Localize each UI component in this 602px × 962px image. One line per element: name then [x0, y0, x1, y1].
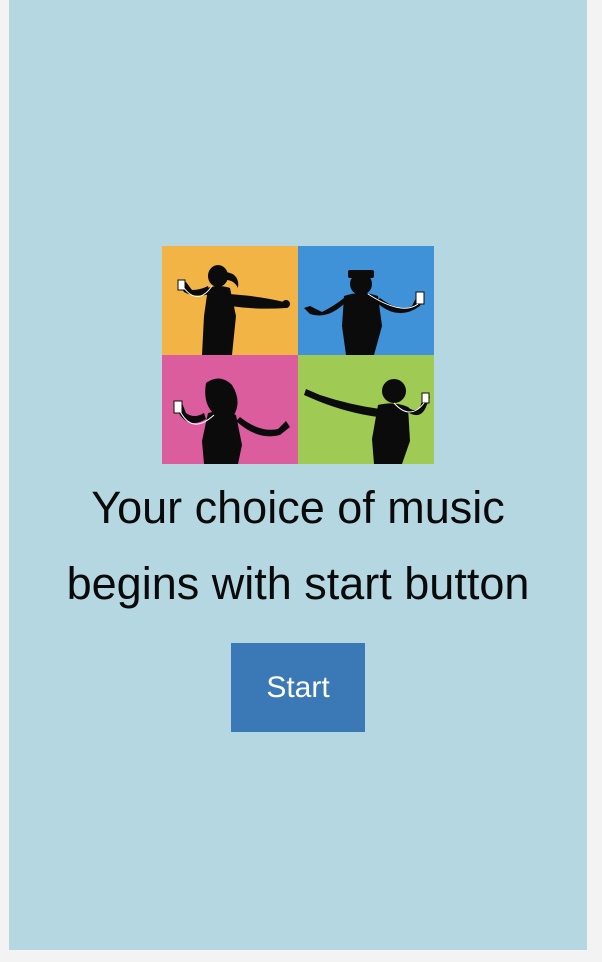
- silhouette-tile-orange: [162, 246, 298, 355]
- silhouette-tile-pink: [162, 355, 298, 464]
- tagline: Your choice of music begins with start b…: [9, 470, 587, 622]
- start-button[interactable]: Start: [231, 643, 365, 732]
- dancer-silhouette-icon: [304, 379, 430, 464]
- app-screen: Your choice of music begins with start b…: [9, 0, 587, 950]
- dancer-silhouette-icon: [177, 265, 290, 355]
- silhouette-tile-blue: [298, 246, 434, 355]
- silhouette-tile-green: [298, 355, 434, 464]
- tagline-line-2: begins with start button: [66, 558, 530, 609]
- tagline-line-1: Your choice of music: [91, 482, 505, 533]
- dancer-silhouette-icon: [173, 378, 290, 464]
- dancing-silhouettes-image: [162, 246, 434, 464]
- dancer-silhouette-icon: [304, 270, 425, 355]
